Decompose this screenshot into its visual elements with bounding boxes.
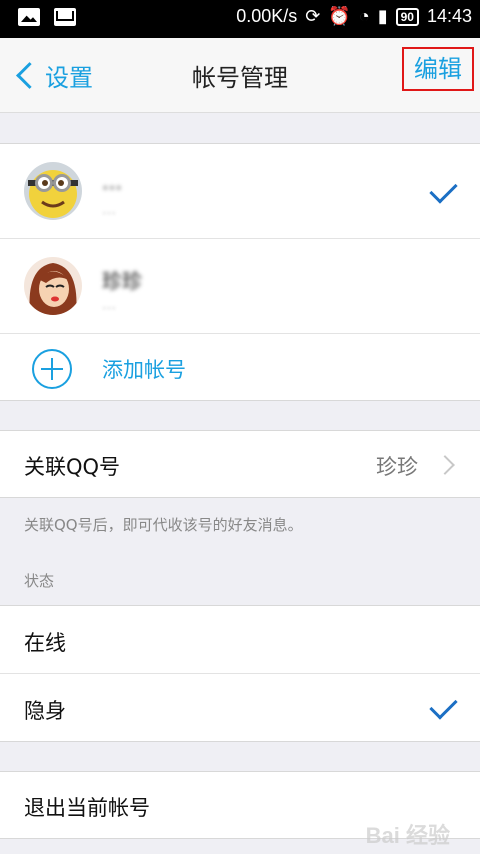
link-qq-value: 珍珍: [376, 455, 418, 479]
checkmark-icon: [429, 175, 458, 204]
clock: 14:43: [426, 6, 472, 26]
account-row-1[interactable]: … …: [0, 144, 480, 239]
add-account-row[interactable]: 添加帐号: [0, 334, 480, 400]
girl-avatar: [24, 257, 82, 315]
mail-notification-icon: [54, 8, 76, 26]
account-row-2[interactable]: 珍珍 …: [0, 239, 480, 334]
alarm-icon: ⏰: [328, 6, 351, 26]
status-section-title: 状态: [24, 572, 55, 590]
status-option-online[interactable]: 在线: [0, 606, 480, 674]
status-option-label: 在线: [24, 631, 66, 655]
checkmark-icon: [429, 691, 458, 720]
logout-label: 退出当前帐号: [24, 796, 150, 820]
signal-icon: ▮: [377, 6, 388, 26]
account-number: …: [102, 202, 117, 218]
link-qq-row[interactable]: 关联QQ号 珍珍: [0, 431, 480, 497]
image-notification-icon: [18, 8, 40, 26]
edit-button[interactable]: 编辑: [402, 47, 474, 91]
chevron-right-icon: [435, 455, 455, 475]
battery-icon: 90: [395, 7, 419, 26]
status-option-label: 隐身: [24, 699, 66, 723]
network-speed: 0.00K/s: [236, 6, 298, 26]
accounts-list: … … 珍珍 … 添加帐号: [0, 143, 480, 401]
wifi-icon: ◔: [358, 6, 370, 26]
baidu-watermark-icon: Bai 经验: [365, 823, 450, 848]
status-bar: 0.00K/s ⟳ ⏰ ◔ ▮ 90 14:43: [0, 0, 480, 38]
link-qq-hint: 关联QQ号后，即可代收该号的好友消息。: [24, 516, 303, 534]
minion-avatar: [24, 162, 82, 220]
add-circle-icon: [32, 349, 72, 389]
link-qq-label: 关联QQ号: [24, 455, 121, 479]
account-number: …: [102, 297, 117, 313]
navigation-bar: 设置 帐号管理 编辑: [0, 38, 480, 113]
sync-icon: ⟳: [305, 6, 321, 26]
link-qq-group: 关联QQ号 珍珍: [0, 430, 480, 498]
account-name: 珍珍: [102, 269, 142, 293]
account-name: …: [102, 170, 122, 194]
add-account-label: 添加帐号: [102, 358, 186, 382]
status-options: 在线 隐身: [0, 605, 480, 742]
status-option-invisible[interactable]: 隐身: [0, 674, 480, 741]
